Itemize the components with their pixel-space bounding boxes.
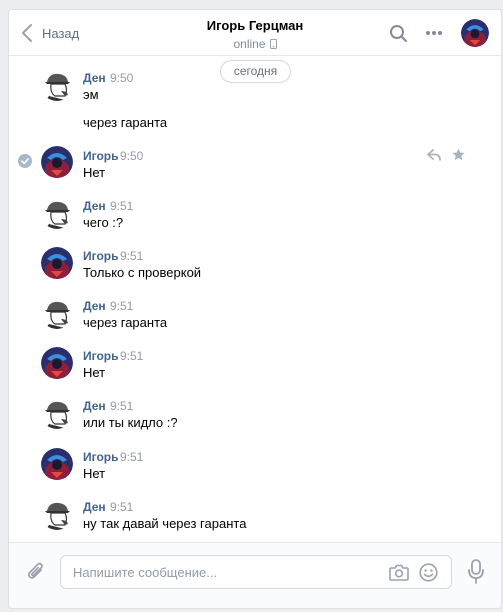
avatar[interactable]: [41, 347, 73, 379]
message-time[interactable]: 9:51: [120, 249, 143, 263]
more-icon[interactable]: [425, 30, 443, 36]
status-text: online: [233, 37, 266, 51]
avatar[interactable]: [41, 146, 73, 178]
selected-check[interactable]: [18, 154, 32, 168]
smile-icon[interactable]: [419, 563, 438, 582]
message-item[interactable]: Ден 9:51 через гаранта: [9, 295, 501, 339]
message-time[interactable]: 9:51: [110, 399, 133, 413]
message-item[interactable]: Игорь 9:50 Нет: [9, 144, 501, 188]
paperclip-icon[interactable]: [26, 561, 46, 583]
contact-avatar[interactable]: [461, 19, 489, 47]
message-author[interactable]: Ден: [83, 500, 106, 514]
message-item[interactable]: Ден 9:51 чего :?: [9, 195, 501, 239]
message-text: или ты кидло :?: [83, 415, 178, 430]
message-item[interactable]: Игорь 9:51 Нет: [9, 446, 501, 490]
avatar[interactable]: [41, 197, 73, 229]
message-time[interactable]: 9:51: [110, 500, 133, 514]
message-time[interactable]: 9:51: [120, 349, 143, 363]
check-icon: [21, 158, 29, 165]
message-text: через гаранта: [83, 315, 168, 330]
message-composer: [9, 542, 501, 608]
contact-status: online: [9, 37, 501, 51]
message-time[interactable]: 9:50: [110, 71, 133, 85]
message-author[interactable]: Ден: [83, 71, 106, 85]
message-author[interactable]: Игорь: [83, 349, 119, 363]
message-text: Только с проверкой: [83, 265, 202, 280]
avatar[interactable]: [41, 247, 73, 279]
avatar[interactable]: [41, 69, 73, 101]
message-author[interactable]: Игорь: [83, 249, 119, 263]
message-item[interactable]: Ден 9:51 ну так давай через гаранта: [9, 496, 501, 540]
message-author[interactable]: Игорь: [83, 149, 119, 163]
avatar[interactable]: [41, 448, 73, 480]
message-text: ну так давай через гаранта: [83, 516, 247, 531]
message-input-container: [60, 555, 452, 589]
message-item[interactable]: Игорь 9:51 Нет: [9, 345, 501, 389]
microphone-icon[interactable]: [468, 559, 484, 584]
message-input[interactable]: [73, 556, 373, 588]
avatar[interactable]: [41, 397, 73, 429]
message-text: эм: [83, 87, 99, 102]
message-item[interactable]: Ден 9:51 или ты кидло :?: [9, 395, 501, 439]
message-item[interactable]: Игорь 9:51 Только с проверкой: [9, 245, 501, 289]
message-text: Нет: [83, 165, 106, 180]
chat-header: Назад Игорь Герцман online: [9, 10, 501, 56]
message-text: Нет: [83, 466, 106, 481]
search-icon[interactable]: [389, 24, 408, 43]
reply-icon[interactable]: [427, 149, 441, 161]
phone-icon: [269, 39, 277, 49]
star-icon[interactable]: [452, 148, 465, 161]
avatar[interactable]: [41, 498, 73, 530]
message-text: Нет: [83, 365, 106, 380]
camera-icon[interactable]: [389, 564, 409, 581]
message-time[interactable]: 9:51: [120, 450, 143, 464]
message-text: через гаранта: [83, 115, 168, 130]
message-time[interactable]: 9:51: [110, 299, 133, 313]
chat-window: Назад Игорь Герцман online сегодня Ден 9…: [8, 9, 502, 609]
message-author[interactable]: Ден: [83, 299, 106, 313]
message-time[interactable]: 9:51: [110, 199, 133, 213]
avatar[interactable]: [41, 297, 73, 329]
message-author[interactable]: Ден: [83, 399, 106, 413]
message-text: чего :?: [83, 215, 124, 230]
message-item[interactable]: Ден 9:50 эм через гаранта: [9, 67, 501, 137]
message-time[interactable]: 9:50: [120, 149, 143, 163]
message-author[interactable]: Ден: [83, 199, 106, 213]
message-author[interactable]: Игорь: [83, 450, 119, 464]
